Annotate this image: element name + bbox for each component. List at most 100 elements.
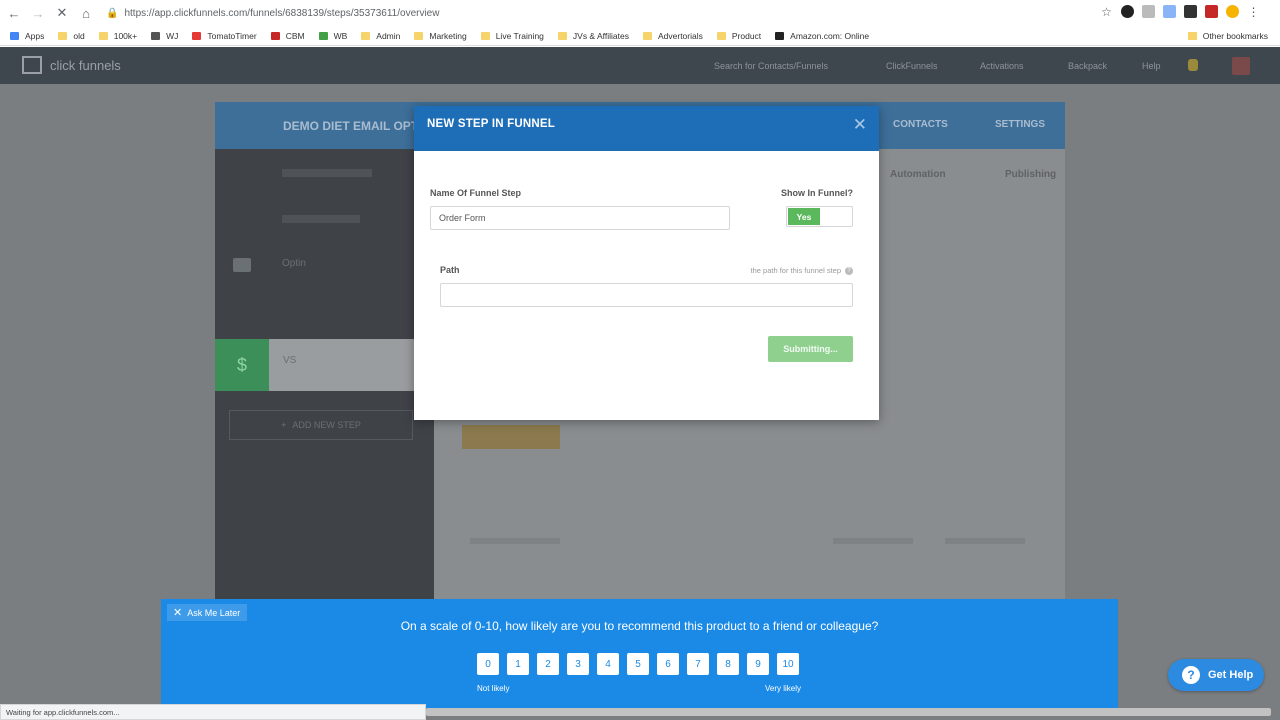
bookmark-item[interactable]: old xyxy=(58,30,85,41)
extension-icon[interactable] xyxy=(1205,5,1218,18)
url-field[interactable]: https://app.clickfunnels.com/funnels/683… xyxy=(124,8,439,19)
bookmark-item[interactable]: CBM xyxy=(270,31,305,41)
sidebar-item-optin[interactable]: Optin xyxy=(215,244,434,294)
settings-link[interactable]: SETTINGS xyxy=(995,119,1045,130)
modal-title: NEW STEP IN FUNNEL xyxy=(427,118,555,130)
amazon-icon xyxy=(775,31,785,40)
nps-score-button[interactable]: 8 xyxy=(717,653,739,675)
placeholder-bar xyxy=(282,215,360,223)
bookmark-star-icon[interactable]: ☆ xyxy=(1100,5,1113,19)
nps-score-button[interactable]: 1 xyxy=(507,653,529,675)
sidebar-item-vs[interactable]: VS xyxy=(269,339,434,391)
lock-icon: 🔒 xyxy=(106,7,119,19)
toggle-yes-label: Yes xyxy=(788,208,820,225)
sidebar-item-placeholder[interactable] xyxy=(215,195,434,241)
get-help-button[interactable]: ? Get Help xyxy=(1168,659,1264,691)
folder-icon xyxy=(716,31,726,40)
bookmark-label: WJ xyxy=(166,30,179,41)
folder-icon xyxy=(642,31,652,40)
search-field[interactable]: Search for Contacts/Funnels xyxy=(714,61,828,71)
bookmark-item[interactable]: Product xyxy=(716,31,761,41)
extension-icon[interactable] xyxy=(1121,5,1134,18)
new-step-modal: NEW STEP IN FUNNEL ✕ Name Of Funnel Step… xyxy=(414,106,879,420)
show-in-funnel-label: Show In Funnel? xyxy=(781,188,853,198)
bookmark-item[interactable]: Marketing xyxy=(414,30,467,41)
extension-icons: ☆ ⋮ xyxy=(1100,5,1260,19)
notification-bell-icon[interactable] xyxy=(1188,59,1198,71)
dollar-icon: $ xyxy=(215,339,269,391)
placeholder-bar xyxy=(945,538,1025,544)
bookmark-label: Marketing xyxy=(429,30,467,41)
bookmark-label: Apps xyxy=(25,30,45,41)
tab-automation[interactable]: Automation xyxy=(890,169,946,180)
bookmark-label: old xyxy=(73,30,85,41)
bookmark-item[interactable]: Live Training xyxy=(480,31,544,41)
bookmark-item[interactable]: JVs & Affiliates xyxy=(557,30,629,41)
question-icon[interactable]: ? xyxy=(845,266,853,275)
nps-score-button[interactable]: 5 xyxy=(627,653,649,675)
placeholder-bar xyxy=(470,538,560,544)
nps-score-button[interactable]: 7 xyxy=(687,653,709,675)
profile-avatar-icon[interactable] xyxy=(1226,5,1239,18)
bookmark-item[interactable]: Admin xyxy=(361,31,400,41)
bookmark-item[interactable]: WB xyxy=(318,31,347,41)
ask-later-label: Ask Me Later xyxy=(187,607,241,618)
browser-address-bar: ← → ✕ ⌂ 🔒 https://app.clickfunnels.com/f… xyxy=(0,0,1280,26)
sidebar-item-label: Optin xyxy=(282,258,306,269)
show-in-funnel-toggle[interactable]: Yes xyxy=(786,206,853,227)
forward-arrow-icon[interactable]: → xyxy=(28,3,48,23)
nps-score-button[interactable]: 10 xyxy=(777,653,799,675)
nps-score-button[interactable]: 3 xyxy=(567,653,589,675)
step-name-input[interactable] xyxy=(430,206,730,230)
bookmark-item[interactable]: TomatoTimer xyxy=(192,31,257,41)
bookmark-item[interactable]: Amazon.com: Online xyxy=(775,31,869,41)
app-top-nav: click funnels Search for Contacts/Funnel… xyxy=(0,47,1280,84)
funnel-title: DEMO DIET EMAIL OPT xyxy=(283,119,419,133)
placeholder-bar xyxy=(282,169,372,177)
bookmark-item[interactable]: Apps xyxy=(10,31,44,41)
folder-icon xyxy=(58,31,68,40)
nav-backpack[interactable]: Backpack xyxy=(1068,61,1107,71)
back-arrow-icon[interactable]: ← xyxy=(4,3,24,23)
tab-publishing[interactable]: Publishing xyxy=(1005,169,1056,180)
logo-text: click funnels xyxy=(50,57,121,73)
horizontal-scrollbar[interactable] xyxy=(426,708,1271,716)
add-step-label: ADD NEW STEP xyxy=(292,420,361,430)
nps-score-button[interactable]: 2 xyxy=(537,653,559,675)
nps-scale: 0 1 2 3 4 5 6 7 8 9 10 xyxy=(477,653,799,675)
nps-score-button[interactable]: 0 xyxy=(477,653,499,675)
wb-icon xyxy=(318,31,328,40)
nav-activations[interactable]: Activations xyxy=(980,61,1024,71)
extension-icon[interactable] xyxy=(1142,5,1155,18)
avatar[interactable] xyxy=(1232,57,1250,75)
nav-clickfunnels[interactable]: ClickFunnels xyxy=(886,61,938,71)
sidebar-item-placeholder[interactable] xyxy=(215,149,434,195)
nps-score-button[interactable]: 4 xyxy=(597,653,619,675)
bookmark-label: JVs & Affiliates xyxy=(572,30,629,41)
close-icon[interactable]: ✕ xyxy=(853,116,867,133)
nps-score-button[interactable]: 6 xyxy=(657,653,679,675)
clickfunnels-logo[interactable]: click funnels xyxy=(22,56,121,74)
bookmark-item[interactable]: Advertorials xyxy=(642,31,703,41)
other-bookmarks[interactable]: Other bookmarks xyxy=(1187,31,1268,41)
bookmark-item[interactable]: 100k+ xyxy=(98,31,137,41)
not-likely-label: Not likely xyxy=(477,684,510,693)
nps-score-button[interactable]: 9 xyxy=(747,653,769,675)
extension-icon[interactable] xyxy=(1163,5,1176,18)
submit-button[interactable]: Submitting... xyxy=(768,336,853,362)
nav-help[interactable]: Help xyxy=(1142,61,1161,71)
folder-icon xyxy=(1187,32,1197,40)
add-new-step-button[interactable]: + ADD NEW STEP xyxy=(229,410,413,440)
cbm-icon xyxy=(270,31,280,40)
bookmark-label: Admin xyxy=(376,30,401,41)
extension-icon[interactable] xyxy=(1184,5,1197,18)
path-input[interactable] xyxy=(440,283,853,307)
home-icon[interactable]: ⌂ xyxy=(76,3,96,23)
menu-dots-icon[interactable]: ⋮ xyxy=(1247,5,1260,19)
nps-survey-banner: ✕ Ask Me Later On a scale of 0-10, how l… xyxy=(161,599,1118,708)
get-help-label: Get Help xyxy=(1208,669,1254,681)
browser-status-bar: Waiting for app.clickfunnels.com... xyxy=(0,704,426,720)
bookmark-item[interactable]: WJ xyxy=(151,31,178,41)
contacts-link[interactable]: CONTACTS xyxy=(893,119,948,130)
stop-loading-icon[interactable]: ✕ xyxy=(52,3,72,23)
